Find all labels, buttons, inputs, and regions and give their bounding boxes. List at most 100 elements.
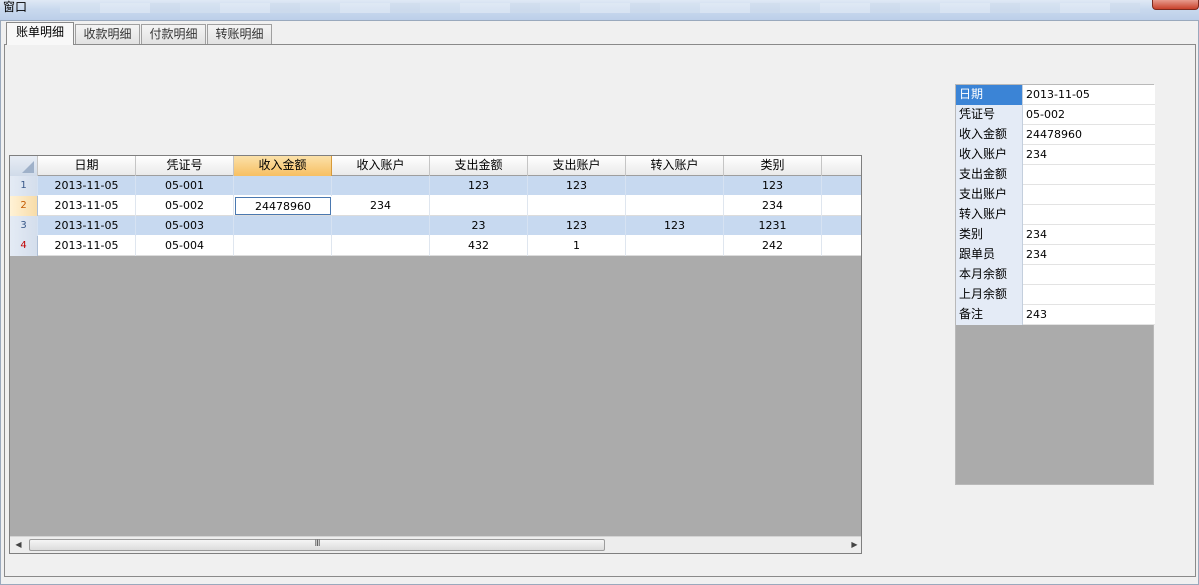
detail-row-expense-account[interactable]: 支出账户 (956, 185, 1155, 205)
column-header-expense-amount[interactable]: 支出金额 (430, 156, 528, 176)
detail-value[interactable] (1024, 185, 1026, 205)
detail-value[interactable]: 24478960 (1024, 125, 1082, 145)
table-row[interactable]: 3 2013-11-05 05-003 23 123 123 1231 (10, 216, 861, 236)
cell-follower[interactable] (822, 216, 861, 236)
cell-income-account[interactable] (332, 216, 430, 236)
detail-row-remarks[interactable]: 备注 243 (956, 305, 1155, 325)
cell-voucher[interactable]: 05-002 (136, 196, 234, 216)
detail-row-follower[interactable]: 跟单员 234 (956, 245, 1155, 265)
detail-value[interactable] (1024, 205, 1026, 225)
select-all-corner[interactable] (10, 156, 38, 176)
detail-row-voucher[interactable]: 凭证号 05-002 (956, 105, 1155, 125)
close-button[interactable] (1152, 0, 1199, 10)
detail-label: 上月余额 (956, 285, 1023, 305)
detail-value[interactable]: 05-002 (1024, 105, 1065, 125)
cell-transfer-account[interactable] (626, 176, 724, 196)
horizontal-scrollbar[interactable]: ◀ III ▶ (10, 536, 861, 553)
column-header-date[interactable]: 日期 (38, 156, 136, 176)
row-header[interactable]: 2 (10, 196, 38, 216)
detail-label: 支出账户 (956, 185, 1023, 205)
cell-income-account[interactable] (332, 236, 430, 256)
cell-expense-account[interactable]: 1 (528, 236, 626, 256)
cell-follower[interactable]: 3 (822, 236, 861, 256)
cell-expense-account[interactable]: 123 (528, 216, 626, 236)
detail-panel: 日期 2013-11-05 凭证号 05-002 收入金额 24478960 收… (955, 84, 1155, 485)
scroll-left-icon[interactable]: ◀ (10, 537, 27, 553)
cell-income-amount[interactable] (234, 176, 332, 196)
title-bar-background (60, 3, 1140, 13)
row-header[interactable]: 3 (10, 216, 38, 236)
detail-value[interactable] (1024, 285, 1026, 305)
cell-voucher[interactable]: 05-001 (136, 176, 234, 196)
cell-income-amount-editor[interactable]: 24478960 (235, 197, 331, 215)
detail-value[interactable]: 234 (1024, 245, 1047, 265)
cell-category[interactable]: 1231 (724, 216, 822, 236)
tab-bill-details[interactable]: 账单明细 (6, 22, 74, 45)
column-header-income-account[interactable]: 收入账户 (332, 156, 430, 176)
detail-value[interactable]: 243 (1024, 305, 1047, 325)
cell-transfer-account[interactable] (626, 196, 724, 216)
detail-row-expense-amount[interactable]: 支出金额 (956, 165, 1155, 185)
detail-row-month-balance[interactable]: 本月余额 (956, 265, 1155, 285)
detail-row-category[interactable]: 类别 234 (956, 225, 1155, 245)
column-header-follower[interactable]: 跟 (822, 156, 861, 176)
cell-transfer-account[interactable] (626, 236, 724, 256)
cell-expense-amount[interactable]: 23 (430, 216, 528, 236)
title-bar: 窗口 (0, 0, 1199, 20)
row-header[interactable]: 1 (10, 176, 38, 196)
bill-grid[interactable]: 日期 凭证号 收入金额 收入账户 支出金额 支出账户 转入账户 类别 跟 1 2… (9, 155, 862, 554)
detail-label: 备注 (956, 305, 1023, 325)
cell-income-account[interactable] (332, 176, 430, 196)
cell-voucher[interactable]: 05-004 (136, 236, 234, 256)
detail-value[interactable]: 234 (1024, 225, 1047, 245)
detail-label: 日期 (956, 85, 1023, 105)
column-header-voucher[interactable]: 凭证号 (136, 156, 234, 176)
detail-row-date[interactable]: 日期 2013-11-05 (956, 85, 1155, 105)
cell-expense-amount[interactable] (430, 196, 528, 216)
cell-transfer-account[interactable]: 123 (626, 216, 724, 236)
detail-row-transfer-account[interactable]: 转入账户 (956, 205, 1155, 225)
table-row[interactable]: 1 2013-11-05 05-001 123 123 123 (10, 176, 861, 196)
table-row[interactable]: 4 2013-11-05 05-004 432 1 242 3 (10, 236, 861, 256)
detail-row-income-amount[interactable]: 收入金额 24478960 (956, 125, 1155, 145)
cell-income-amount[interactable] (234, 216, 332, 236)
column-header-transfer-account[interactable]: 转入账户 (626, 156, 724, 176)
detail-value[interactable]: 2013-11-05 (1024, 85, 1090, 105)
detail-row-income-account[interactable]: 收入账户 234 (956, 145, 1155, 165)
cell-follower[interactable] (822, 196, 861, 216)
detail-value[interactable]: 234 (1024, 145, 1047, 165)
detail-label: 类别 (956, 225, 1023, 245)
column-header-category[interactable]: 类别 (724, 156, 822, 176)
cell-date[interactable]: 2013-11-05 (38, 236, 136, 256)
detail-label: 跟单员 (956, 245, 1023, 265)
column-header-expense-account[interactable]: 支出账户 (528, 156, 626, 176)
detail-row-last-month-balance[interactable]: 上月余额 (956, 285, 1155, 305)
cell-date[interactable]: 2013-11-05 (38, 176, 136, 196)
tab-receipt-details[interactable]: 收款明细 (75, 24, 140, 44)
cell-follower[interactable] (822, 176, 861, 196)
tab-transfer-details[interactable]: 转账明细 (207, 24, 272, 44)
cell-expense-amount[interactable]: 432 (430, 236, 528, 256)
cell-category[interactable]: 234 (724, 196, 822, 216)
cell-income-account[interactable]: 234 (332, 196, 430, 216)
detail-label: 本月余额 (956, 265, 1023, 285)
scroll-right-icon[interactable]: ▶ (846, 537, 861, 553)
cell-category[interactable]: 242 (724, 236, 822, 256)
cell-expense-amount[interactable]: 123 (430, 176, 528, 196)
tab-payment-details[interactable]: 付款明细 (141, 24, 206, 44)
column-header-income-amount[interactable]: 收入金额 (234, 156, 332, 176)
table-row[interactable]: 2 2013-11-05 05-002 24478960 234 234 (10, 196, 861, 216)
cell-expense-account[interactable] (528, 196, 626, 216)
cell-category[interactable]: 123 (724, 176, 822, 196)
detail-value[interactable] (1024, 165, 1026, 185)
detail-value[interactable] (1024, 265, 1026, 285)
grid-header: 日期 凭证号 收入金额 收入账户 支出金额 支出账户 转入账户 类别 跟 (10, 156, 861, 176)
scrollbar-thumb[interactable]: III (29, 539, 605, 551)
row-header[interactable]: 4 (10, 236, 38, 256)
cell-date[interactable]: 2013-11-05 (38, 196, 136, 216)
cell-expense-account[interactable]: 123 (528, 176, 626, 196)
cell-income-amount[interactable] (234, 236, 332, 256)
cell-date[interactable]: 2013-11-05 (38, 216, 136, 236)
cell-voucher[interactable]: 05-003 (136, 216, 234, 236)
detail-label: 收入账户 (956, 145, 1023, 165)
